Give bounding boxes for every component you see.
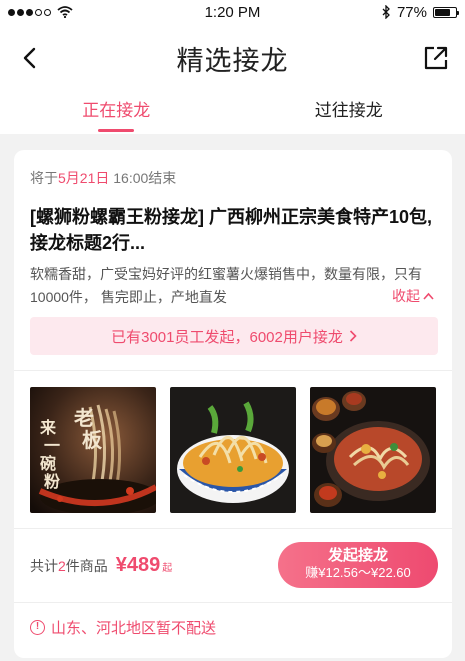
start-relay-label: 发起接龙: [327, 547, 388, 564]
back-button[interactable]: [12, 41, 46, 75]
image-caption-text: 老: [74, 406, 94, 430]
relay-title: [螺狮粉螺霸王粉接龙] 广西柳州正宗美食特产10包,接龙标题2行...: [30, 207, 433, 253]
tab-ongoing[interactable]: 正在接龙: [0, 92, 233, 134]
svg-text:粉: 粉: [44, 472, 60, 491]
battery-icon: [433, 6, 459, 18]
share-icon: [424, 46, 448, 70]
price-suffix: 起: [162, 563, 173, 574]
participation-banner[interactable]: 已有3001员工发起，6002用户接龙: [30, 317, 438, 355]
status-bar: 1:20 PM 77%: [0, 0, 465, 24]
status-time: 1:20 PM: [204, 3, 261, 21]
collapse-button[interactable]: 收起: [392, 286, 434, 306]
chevron-up-icon: [423, 292, 434, 300]
battery-percent: 77%: [396, 3, 427, 21]
divider: [14, 528, 452, 529]
start-relay-button[interactable]: 发起接龙 赚¥12.56～¥22.60: [278, 542, 438, 588]
order-summary: 共计 2 件商品 ¥489 起: [30, 554, 173, 576]
product-image-1[interactable]: 老 板 来 一 碗 粉: [30, 387, 156, 513]
tab-past[interactable]: 过往接龙: [233, 92, 465, 134]
relay-card[interactable]: 将于5月21日 16:00结束 [螺狮粉螺霸王粉接龙] 广西柳州正宗美食特产10…: [14, 150, 452, 658]
share-button[interactable]: [419, 41, 453, 75]
divider: [14, 602, 452, 603]
chevron-right-icon: [349, 330, 357, 342]
svg-text:板: 板: [82, 428, 103, 452]
tab-bar: 正在接龙 过往接龙: [0, 92, 465, 134]
page-title: 精选接龙: [176, 45, 289, 76]
alert-icon: !: [30, 620, 45, 635]
deadline-text: 将于5月21日 16:00结束: [30, 170, 177, 186]
product-image-2[interactable]: [170, 387, 296, 513]
nav-bar: 精选接龙: [0, 24, 465, 92]
tab-label: 正在接龙: [82, 101, 151, 120]
shipping-notice: ! 山东、河北地区暂不配送: [30, 617, 216, 638]
chevron-left-icon: [23, 47, 36, 69]
tab-active-indicator: [98, 129, 135, 132]
product-image-3[interactable]: [310, 387, 436, 513]
svg-text:碗: 碗: [40, 454, 56, 473]
earn-range: 赚¥12.56～¥22.60: [305, 565, 411, 580]
bluetooth-icon: [382, 5, 390, 19]
svg-text:来: 来: [39, 418, 57, 437]
price: ¥489: [115, 554, 161, 576]
svg-text:一: 一: [44, 438, 60, 455]
divider: [14, 370, 452, 371]
wifi-icon: [57, 6, 73, 18]
tab-label: 过往接龙: [314, 101, 383, 120]
relay-description: 软糯香甜，广受宝妈好评的红蜜薯火爆销售中，数量有限，只有10000件， 售完即止…: [30, 266, 422, 305]
signal-icon: [8, 8, 51, 16]
